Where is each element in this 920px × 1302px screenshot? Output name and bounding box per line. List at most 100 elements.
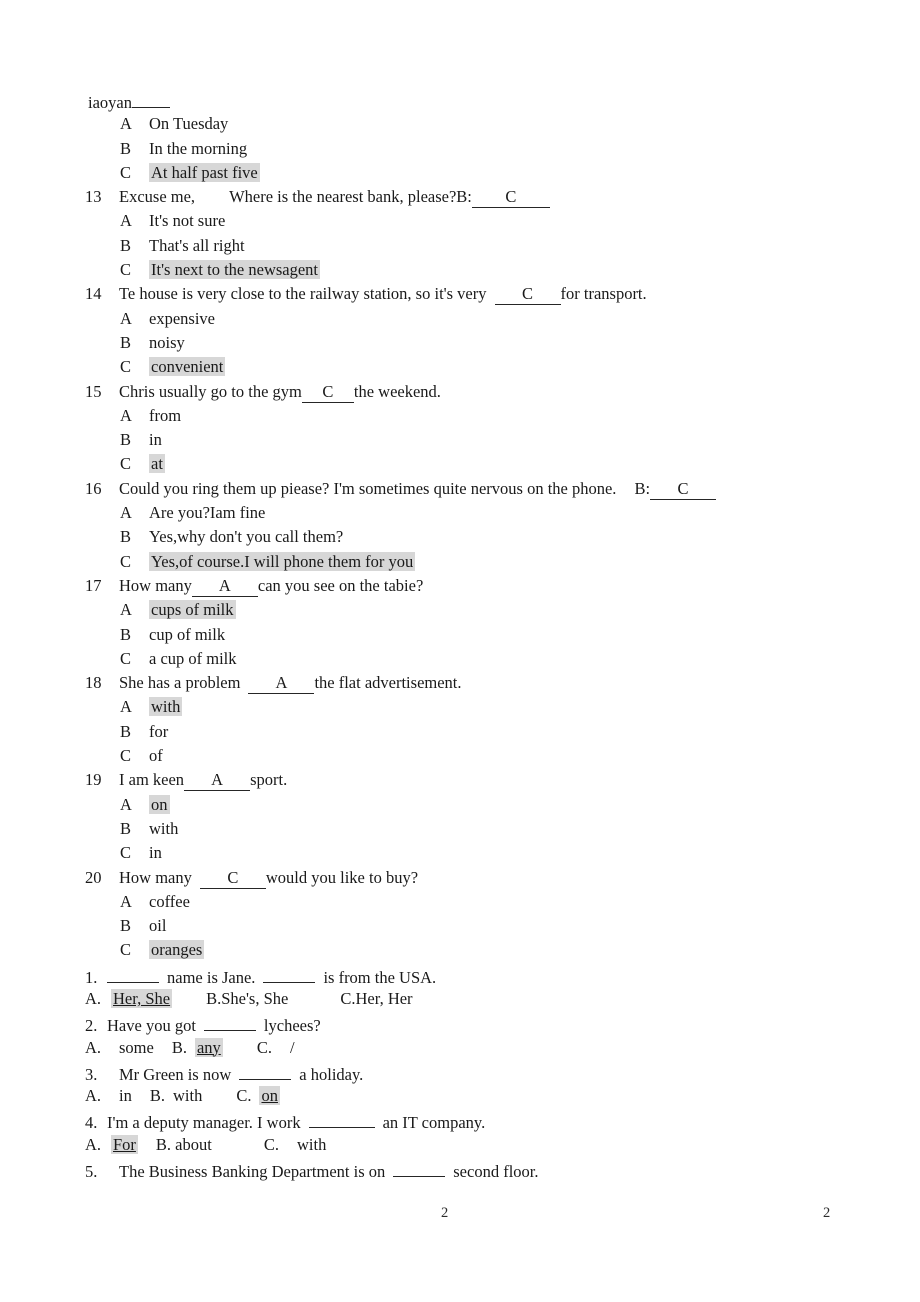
option-letter: B bbox=[120, 235, 132, 255]
option-text-highlighted: Her, She bbox=[111, 988, 173, 1008]
option-row: Aon bbox=[0, 793, 920, 817]
question-number: 17 bbox=[85, 575, 102, 595]
question-stem: Have you got bbox=[107, 1016, 196, 1036]
option-row: Ca cup of milk bbox=[0, 647, 920, 671]
option-text-highlighted: cups of milk bbox=[149, 600, 236, 620]
option-letter: C bbox=[120, 260, 132, 280]
option-text: for bbox=[149, 721, 169, 741]
option-text: in bbox=[119, 1086, 132, 1106]
answer-blank: A bbox=[191, 576, 258, 597]
question-stem-after: for transport. bbox=[560, 284, 647, 304]
option-letter: C bbox=[120, 357, 132, 377]
option-row: C It's next to the newsagent bbox=[0, 258, 920, 282]
option-text: cup of milk bbox=[149, 624, 226, 644]
page-number-center: 2 bbox=[441, 1205, 449, 1221]
option-text-highlighted: Yes,of course.I will phone them for you bbox=[149, 551, 416, 571]
option-letter: A bbox=[120, 794, 132, 814]
question-number: 19 bbox=[85, 770, 102, 790]
option-row: Acups of milk bbox=[0, 598, 920, 622]
question-row: 20 How many Cwould you like to buy? bbox=[0, 866, 920, 890]
answer-blank: A bbox=[184, 771, 251, 792]
option-row: Cconvenient bbox=[0, 355, 920, 379]
option-text: a cup of milk bbox=[149, 648, 237, 668]
option-row: B That's all right bbox=[0, 234, 920, 258]
option-text-highlighted: oranges bbox=[149, 940, 205, 960]
question-number: 14 bbox=[85, 284, 102, 304]
option-text: coffee bbox=[149, 891, 190, 911]
question-number: 13 bbox=[85, 187, 102, 207]
option-letter: A bbox=[120, 211, 132, 231]
option-text: with bbox=[296, 1134, 327, 1154]
option-text: In the morning bbox=[149, 138, 248, 158]
question-row: 19 I am keen Asport. bbox=[0, 768, 920, 792]
option-row: Bcup of milk bbox=[0, 623, 920, 647]
option-text-highlighted: on bbox=[259, 1086, 280, 1106]
option-letter: C bbox=[120, 746, 132, 766]
question-row: 5. The Business Banking Department is on s… bbox=[0, 1157, 920, 1181]
option-letter: C bbox=[120, 551, 132, 571]
question-number: 20 bbox=[85, 867, 102, 887]
answer-blank bbox=[107, 963, 159, 983]
answer-blank: C bbox=[199, 868, 266, 889]
option-row: C At half past five bbox=[0, 161, 920, 185]
question-row: 16 Could you ring them up piease? I'm som… bbox=[0, 477, 920, 501]
option-row: Bin bbox=[0, 428, 920, 452]
option-row: A. For B. about C. with bbox=[0, 1133, 920, 1157]
option-row: A It's not sure bbox=[0, 209, 920, 233]
option-letter: C bbox=[120, 454, 132, 474]
option-row: Cat bbox=[0, 452, 920, 476]
option-text-highlighted: At half past five bbox=[149, 162, 260, 182]
option-letter: A bbox=[120, 308, 132, 328]
question-row: 13 Excuse me, Where is the nearest bank, p… bbox=[0, 185, 920, 209]
question-stem: Chris usually go to the gym bbox=[119, 381, 302, 401]
option-letter: A. bbox=[85, 988, 102, 1008]
option-text-highlighted: It's next to the newsagent bbox=[149, 260, 321, 280]
option-row: A On Tuesday bbox=[0, 112, 920, 136]
option-letter: B bbox=[120, 430, 132, 450]
option-letter: B bbox=[120, 138, 132, 158]
question-stem: She has a problem bbox=[119, 673, 241, 693]
option-text: B. about bbox=[155, 1134, 212, 1154]
question-stem: How many bbox=[119, 867, 192, 887]
question-row: 17 How many Acan you see on the tabie? bbox=[0, 574, 920, 598]
question-number: 15 bbox=[85, 381, 102, 401]
option-text: from bbox=[149, 405, 182, 425]
question-row: 18 She has a problem Athe flat advertiseme… bbox=[0, 671, 920, 695]
option-row: C Yes,of course.I will phone them for you bbox=[0, 550, 920, 574]
option-row: A. in B. with C. on bbox=[0, 1084, 920, 1108]
answer-blank: A bbox=[248, 674, 315, 695]
option-row: B In the morning bbox=[0, 137, 920, 161]
option-text: Yes,why don't you call them? bbox=[149, 527, 344, 547]
question-stem-after: the weekend. bbox=[353, 381, 441, 401]
option-row: Coranges bbox=[0, 938, 920, 962]
question-stem-after: can you see on the tabie? bbox=[257, 575, 424, 595]
question-stem-mid: B: bbox=[634, 478, 651, 498]
option-text: C.Her, Her bbox=[340, 988, 413, 1008]
option-letter: A. bbox=[85, 1134, 102, 1154]
question-row: 1. name is Jane. is from the USA. bbox=[0, 963, 920, 987]
answer-blank: C bbox=[650, 479, 717, 500]
option-row: Acoffee bbox=[0, 890, 920, 914]
option-letter: A. bbox=[85, 1037, 102, 1057]
option-letter: B bbox=[120, 624, 132, 644]
question-stem-after: an IT company. bbox=[382, 1113, 486, 1133]
option-letter: A bbox=[120, 114, 132, 134]
question-number: 16 bbox=[85, 478, 102, 498]
option-text: That's all right bbox=[149, 235, 245, 255]
option-row: Awith bbox=[0, 695, 920, 719]
option-text: in bbox=[149, 843, 162, 863]
option-text-highlighted: at bbox=[149, 454, 165, 474]
option-letter: C bbox=[120, 940, 132, 960]
option-letter: C bbox=[120, 162, 132, 182]
option-text-highlighted: on bbox=[149, 794, 170, 814]
option-text: expensive bbox=[149, 308, 215, 328]
option-letter: A bbox=[120, 405, 132, 425]
option-text-highlighted: convenient bbox=[149, 357, 226, 377]
question-row: 2. Have you got lychees? bbox=[0, 1011, 920, 1035]
question-stem: I am keen bbox=[119, 770, 185, 790]
option-text: Are you?Iam fine bbox=[149, 503, 266, 523]
question-row: 4. I'm a deputy manager. I work an IT comp… bbox=[0, 1108, 920, 1132]
question-row: 15 Chris usually go to the gym Cthe weeken… bbox=[0, 380, 920, 404]
question-stem: Mr Green is now bbox=[119, 1064, 232, 1084]
option-letter: C bbox=[120, 843, 132, 863]
